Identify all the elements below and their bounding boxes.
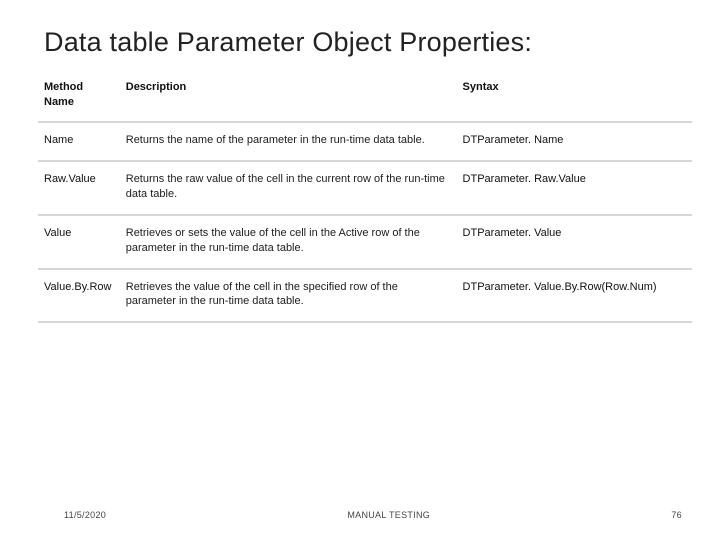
table-row: Value Retrieves or sets the value of the… [38,215,692,269]
col-description: Description [120,76,457,123]
table-row: Name Returns the name of the parameter i… [38,122,692,161]
table-row: Value.By.Row Retrieves the value of the … [38,269,692,323]
cell-description: Returns the raw value of the cell in the… [120,161,457,215]
col-method-name: Method Name [38,76,120,123]
slide-footer: 11/5/2020 MANUAL TESTING 76 [0,510,720,520]
table-row: Raw.Value Returns the raw value of the c… [38,161,692,215]
cell-syntax: DTParameter. Raw.Value [457,161,692,215]
cell-name: Value [38,215,120,269]
cell-name: Name [38,122,120,161]
cell-description: Returns the name of the parameter in the… [120,122,457,161]
page-title: Data table Parameter Object Properties: [44,28,692,58]
cell-description: Retrieves the value of the cell in the s… [120,269,457,323]
cell-name: Value.By.Row [38,269,120,323]
table-header-row: Method Name Description Syntax [38,76,692,123]
cell-syntax: DTParameter. Value [457,215,692,269]
slide: Data table Parameter Object Properties: … [0,0,720,540]
cell-name: Raw.Value [38,161,120,215]
footer-date: 11/5/2020 [64,510,106,520]
properties-table: Method Name Description Syntax Name Retu… [38,76,692,324]
cell-syntax: DTParameter. Value.By.Row(Row.Num) [457,269,692,323]
footer-center: MANUAL TESTING [106,510,671,520]
cell-syntax: DTParameter. Name [457,122,692,161]
cell-description: Retrieves or sets the value of the cell … [120,215,457,269]
footer-page: 76 [671,510,682,520]
col-syntax: Syntax [457,76,692,123]
